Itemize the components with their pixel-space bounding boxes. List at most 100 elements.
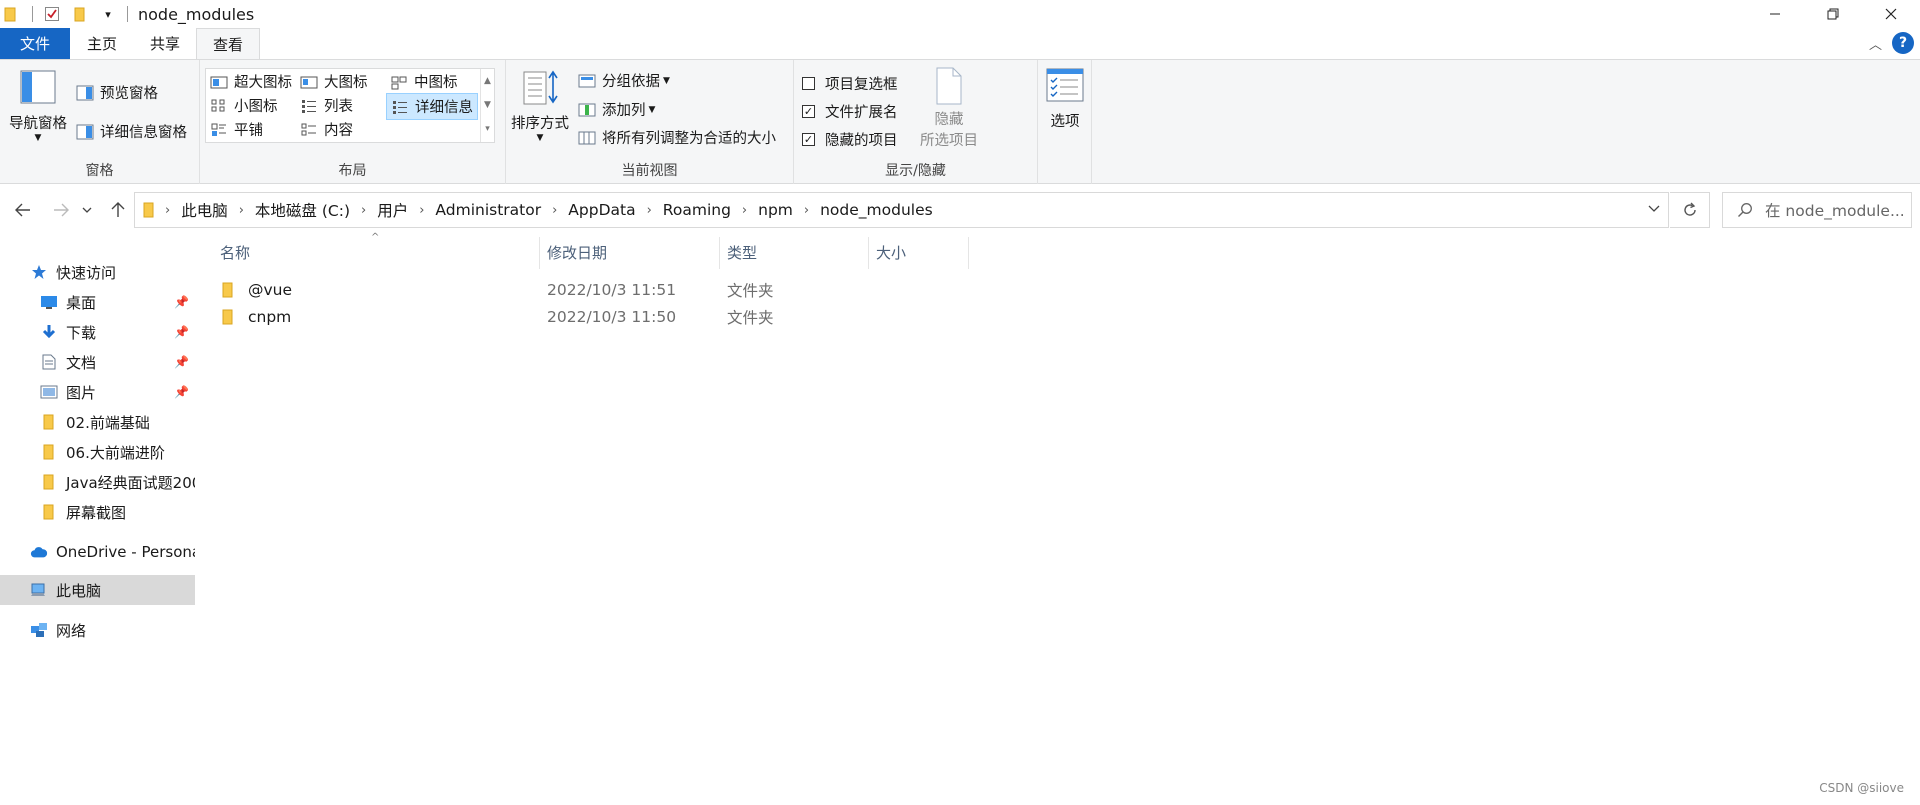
table-row[interactable]: @vue 2022/10/3 11:51 文件夹 xyxy=(208,277,1008,303)
chevron-down-icon: ▼ xyxy=(663,75,670,86)
details-pane-button[interactable]: 详细信息窗格 xyxy=(76,121,187,142)
sidebar-item-label: 下载 xyxy=(66,323,97,342)
breadcrumb-separator[interactable]: › xyxy=(239,203,244,218)
sidebar-item-folder[interactable]: 屏幕截图 xyxy=(0,497,195,527)
search-input[interactable]: 在 node_module... xyxy=(1722,192,1912,228)
column-divider[interactable] xyxy=(968,237,969,269)
ribbon: 导航窗格 ▼ 预览窗格 详细信息窗格 窗格 超大图标 大图标 中图标 小图标 列… xyxy=(0,59,1920,184)
breadcrumb-users[interactable]: 用户 xyxy=(377,199,408,221)
layout-list[interactable]: 列表 xyxy=(300,95,353,116)
layout-details[interactable]: 详细信息 xyxy=(386,93,478,120)
group-by-button[interactable]: 分组依据 ▼ xyxy=(578,70,670,91)
forward-button[interactable] xyxy=(47,198,75,222)
breadcrumb-appdata[interactable]: AppData xyxy=(568,201,635,219)
table-row[interactable]: cnpm 2022/10/3 11:50 文件夹 xyxy=(208,304,1008,330)
nav-pane-button[interactable]: 导航窗格 ▼ xyxy=(8,70,68,143)
up-button[interactable] xyxy=(104,198,132,222)
recent-locations-button[interactable] xyxy=(78,198,96,222)
file-extensions-toggle[interactable]: ✓ 文件扩展名 xyxy=(802,101,898,122)
sidebar-item-folder[interactable]: 02.前端基础 xyxy=(0,407,195,437)
layout-content[interactable]: 内容 xyxy=(300,119,353,140)
refresh-button[interactable] xyxy=(1670,192,1710,228)
breadcrumb-local-disk[interactable]: 本地磁盘 (C:) xyxy=(255,199,350,221)
address-history-chevron-icon[interactable] xyxy=(1648,201,1660,217)
properties-icon[interactable] xyxy=(43,5,61,23)
breadcrumb-separator[interactable]: › xyxy=(804,203,809,218)
preview-pane-button[interactable]: 预览窗格 xyxy=(76,82,158,103)
file-type: 文件夹 xyxy=(727,309,774,327)
restore-button[interactable] xyxy=(1804,0,1862,28)
breadcrumb-separator[interactable]: › xyxy=(419,203,424,218)
fit-columns-button[interactable]: 将所有列调整为合适的大小 xyxy=(578,127,776,148)
computer-icon xyxy=(30,582,48,598)
column-divider[interactable] xyxy=(719,237,720,269)
breadcrumb-separator[interactable]: › xyxy=(742,203,747,218)
breadcrumb-npm[interactable]: npm xyxy=(758,201,793,219)
pin-icon[interactable]: 📌 xyxy=(174,295,189,309)
layout-extra-large-icons[interactable]: 超大图标 xyxy=(210,71,292,92)
hidden-items-checkbox[interactable]: ✓ xyxy=(802,133,815,146)
column-header-date[interactable]: 修改日期 xyxy=(547,235,607,269)
breadcrumb-separator[interactable]: › xyxy=(361,203,366,218)
collapse-ribbon-icon[interactable]: ︿ xyxy=(1869,34,1882,53)
pin-icon[interactable]: 📌 xyxy=(174,355,189,369)
add-column-button[interactable]: 添加列 ▼ xyxy=(578,99,655,120)
sort-by-button[interactable]: 排序方式 ▼ xyxy=(510,68,570,143)
gallery-scroll[interactable]: ▲ ▼ ▾ xyxy=(480,69,494,142)
tab-view[interactable]: 查看 xyxy=(196,28,261,59)
breadcrumb-separator[interactable]: › xyxy=(647,203,652,218)
customize-toolbar-icon[interactable]: ▾ xyxy=(99,5,117,23)
layout-label: 大图标 xyxy=(324,75,368,91)
help-icon[interactable]: ? xyxy=(1892,32,1914,54)
sidebar-item-onedrive[interactable]: OneDrive - Persona xyxy=(0,537,195,567)
options-button[interactable]: 选项 xyxy=(1044,68,1086,131)
breadcrumb-separator[interactable]: › xyxy=(552,203,557,218)
small-icons-icon xyxy=(211,99,225,111)
sidebar-item-this-pc[interactable]: 此电脑 xyxy=(0,575,195,605)
sidebar-item-folder[interactable]: 06.大前端进阶 xyxy=(0,437,195,467)
pin-icon[interactable]: 📌 xyxy=(174,385,189,399)
sidebar-item-network[interactable]: 网络 xyxy=(0,615,195,645)
tab-home[interactable]: 主页 xyxy=(70,28,134,59)
back-button[interactable] xyxy=(9,198,37,222)
sidebar-item-pictures[interactable]: 图片 📌 xyxy=(0,377,195,407)
hidden-items-toggle[interactable]: ✓ 隐藏的项目 xyxy=(802,129,898,150)
column-header-size[interactable]: 大小 xyxy=(876,235,906,269)
column-header-type[interactable]: 类型 xyxy=(727,235,757,269)
file-name: cnpm xyxy=(248,308,292,326)
sidebar-item-folder[interactable]: Java经典面试题200 xyxy=(0,467,195,497)
sidebar-item-label: 06.大前端进阶 xyxy=(66,443,165,462)
tab-file[interactable]: 文件 xyxy=(0,28,70,59)
close-button[interactable] xyxy=(1862,0,1920,28)
layout-large-icons[interactable]: 大图标 xyxy=(300,71,368,92)
item-checkboxes-checkbox[interactable] xyxy=(802,77,815,90)
breadcrumb-this-pc[interactable]: 此电脑 xyxy=(181,199,228,221)
layout-medium-icons[interactable]: 中图标 xyxy=(390,71,458,92)
sidebar-item-desktop[interactable]: 桌面 📌 xyxy=(0,287,195,317)
layout-tiles[interactable]: 平铺 xyxy=(210,119,263,140)
breadcrumb-node-modules[interactable]: node_modules xyxy=(820,201,933,219)
tab-share[interactable]: 共享 xyxy=(134,28,196,59)
breadcrumb-administrator[interactable]: Administrator xyxy=(435,201,541,219)
sidebar-item-label: Java经典面试题200 xyxy=(66,473,195,492)
sort-indicator-icon: ^ xyxy=(371,232,380,243)
breadcrumb-roaming[interactable]: Roaming xyxy=(663,201,731,219)
sidebar-item-documents[interactable]: 文档 📌 xyxy=(0,347,195,377)
file-extensions-checkbox[interactable]: ✓ xyxy=(802,105,815,118)
address-bar[interactable]: › 此电脑 › 本地磁盘 (C:) › 用户 › Administrator › App… xyxy=(134,192,1669,228)
minimize-button[interactable] xyxy=(1746,0,1804,28)
column-divider[interactable] xyxy=(539,237,540,269)
breadcrumb-root-arrow[interactable]: › xyxy=(165,203,181,218)
pin-icon[interactable]: 📌 xyxy=(174,325,189,339)
new-folder-icon[interactable] xyxy=(71,5,89,23)
item-checkboxes-toggle[interactable]: 项目复选框 xyxy=(802,73,898,94)
add-column-label: 添加列 xyxy=(602,103,646,119)
quick-access-toolbar: ▾ xyxy=(0,0,138,28)
hide-selected-button[interactable]: 隐藏 所选项目 xyxy=(904,66,994,150)
ribbon-right-controls: ︿ ? xyxy=(1869,32,1914,54)
sidebar-item-downloads[interactable]: 下载 📌 xyxy=(0,317,195,347)
sidebar-item-quick-access[interactable]: 快速访问 xyxy=(0,257,195,287)
column-divider[interactable] xyxy=(868,237,869,269)
column-header-name[interactable]: 名称 xyxy=(220,235,250,269)
layout-small-icons[interactable]: 小图标 xyxy=(210,95,278,116)
